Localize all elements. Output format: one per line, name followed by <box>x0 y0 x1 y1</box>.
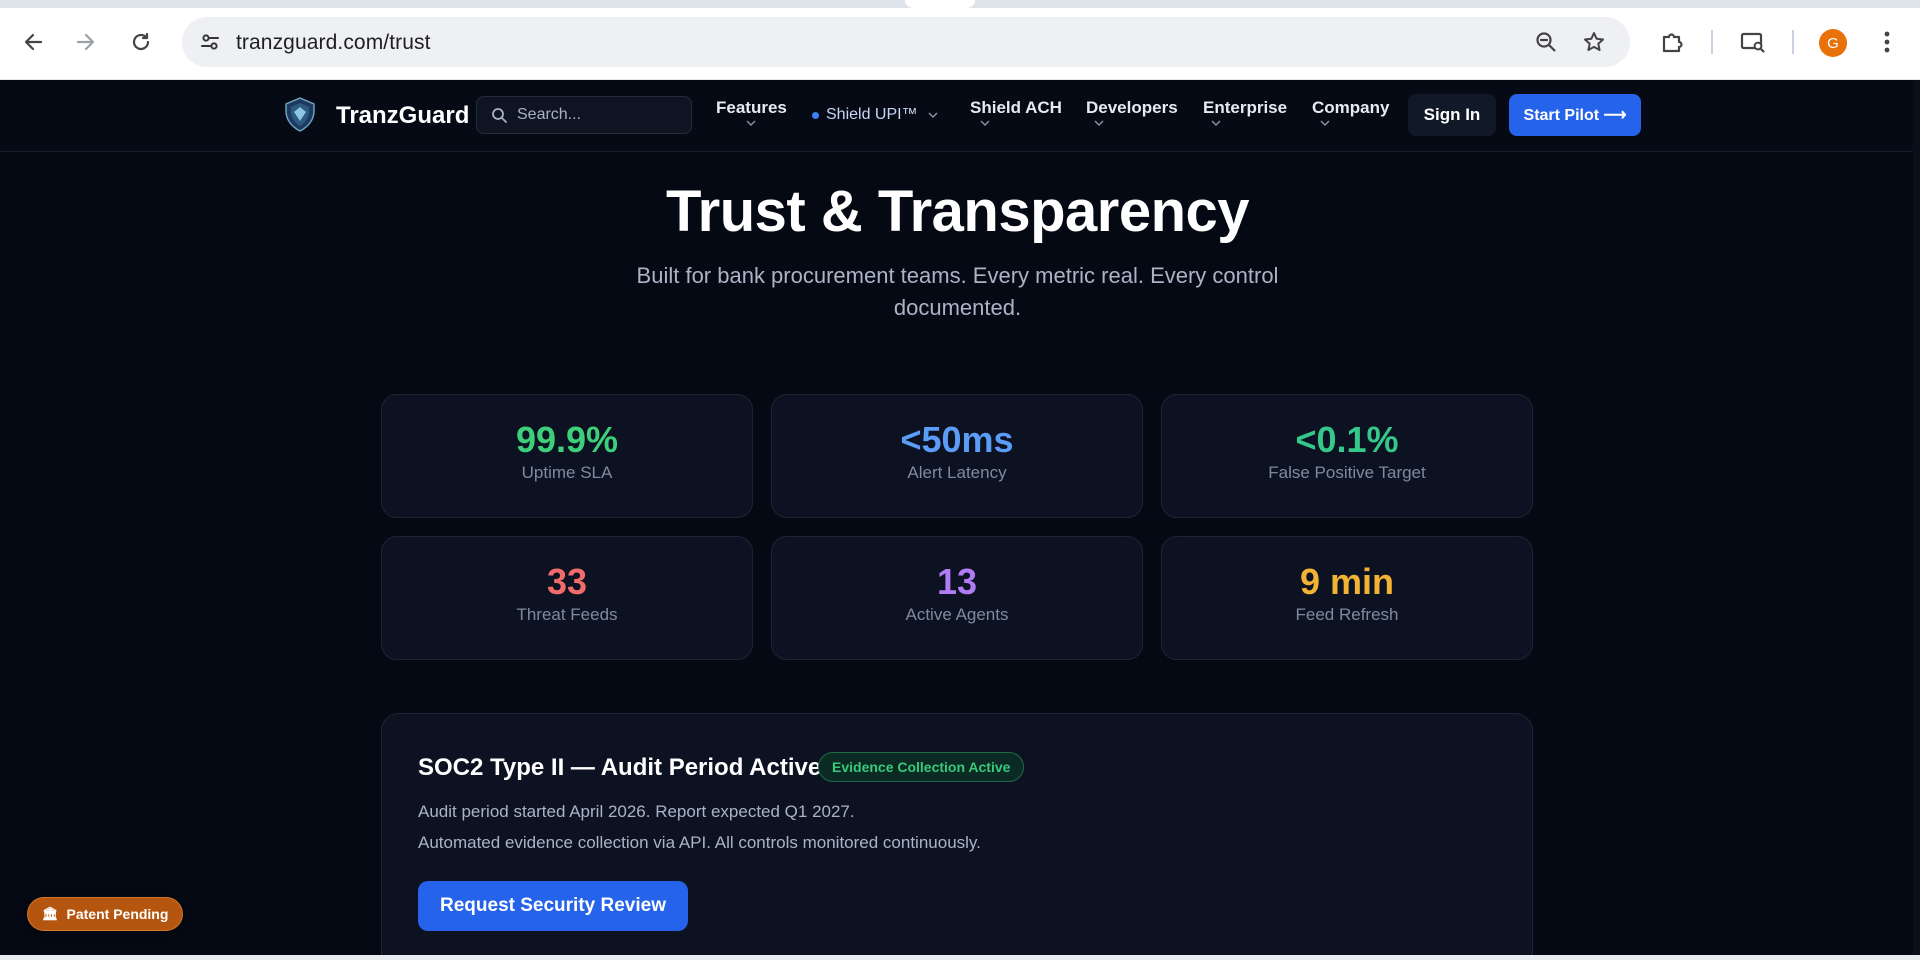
nav-features-label: Features <box>716 98 787 117</box>
metric-value: 33 <box>546 561 588 602</box>
sign-in-button[interactable]: Sign In <box>1408 94 1496 136</box>
shield-logo-icon <box>285 97 315 132</box>
browser-toolbar: tranzguard.com/trust G <box>0 0 1920 80</box>
address-bar[interactable]: tranzguard.com/trust <box>182 17 1630 67</box>
site-header: TranzGuard Features Shield UPI™ Shield A… <box>0 80 1920 152</box>
tab-strip <box>0 0 1920 8</box>
nav-company[interactable]: Company <box>1312 98 1389 127</box>
nav-company-label: Company <box>1312 98 1390 117</box>
bank-icon: 🏛 <box>42 906 59 921</box>
arrow-right-icon <box>76 33 95 51</box>
browser-menu-button[interactable] <box>1869 24 1905 60</box>
star-icon <box>1584 32 1604 51</box>
active-dot <box>812 111 819 119</box>
metric-card-uptime: 99.9% Uptime SLA <box>381 394 753 518</box>
soc2-audit-text: Audit period started April 2026. Report … <box>418 802 855 821</box>
metric-label: Alert Latency <box>907 463 1007 482</box>
metric-value: 99.9% <box>515 419 619 460</box>
search-icon <box>492 108 507 123</box>
nav-shield-ach[interactable]: Shield ACH <box>970 98 1062 127</box>
nav-developers[interactable]: Developers <box>1086 98 1178 127</box>
chevron-down-icon <box>1320 120 1330 126</box>
metric-value: <50ms <box>900 419 1014 460</box>
metric-card-latency: <50ms Alert Latency <box>771 394 1143 518</box>
metric-label: Feed Refresh <box>1295 605 1399 624</box>
metric-label: False Positive Target <box>1268 463 1426 482</box>
extensions-button[interactable] <box>1654 24 1690 60</box>
toolbar-divider <box>1792 30 1794 54</box>
kebab-menu-icon <box>1884 31 1890 53</box>
screen-search-icon <box>1740 32 1765 53</box>
page-title: Trust & Transparency <box>665 179 1250 244</box>
puzzle-icon <box>1662 33 1683 53</box>
site-info-button[interactable] <box>192 24 228 60</box>
nav-enterprise-label: Enterprise <box>1203 98 1288 117</box>
chevron-down-icon <box>928 112 938 118</box>
forward-button[interactable] <box>68 24 104 60</box>
metric-value: <0.1% <box>1295 419 1399 460</box>
nav-shield-upi[interactable]: Shield UPI™ <box>812 106 938 124</box>
metric-card-active-agents: 13 Active Agents <box>771 536 1143 660</box>
brand-name[interactable]: TranzGuard <box>336 102 469 130</box>
metric-card-false-positive: <0.1% False Positive Target <box>1161 394 1533 518</box>
back-button[interactable] <box>15 24 51 60</box>
window-bottom-edge <box>0 955 1920 960</box>
reload-button[interactable] <box>123 24 159 60</box>
soc2-evidence-text: Automated evidence collection via API. A… <box>418 833 981 852</box>
metric-label: Threat Feeds <box>516 605 618 624</box>
bookmark-button[interactable] <box>1576 24 1612 60</box>
start-pilot-button[interactable]: Start Pilot ⟶ <box>1509 94 1641 136</box>
profile-avatar[interactable]: G <box>1819 29 1847 57</box>
nav-enterprise[interactable]: Enterprise <box>1203 98 1287 127</box>
metric-value: 9 min <box>1299 561 1395 602</box>
tune-icon <box>201 34 219 50</box>
metric-value: 13 <box>936 561 978 602</box>
nav-shield-upi-label: Shield UPI™ <box>826 106 918 123</box>
patent-pending-label: Patent Pending <box>66 906 169 922</box>
metric-card-feed-refresh: 9 min Feed Refresh <box>1161 536 1533 660</box>
chevron-down-icon <box>1211 120 1221 126</box>
nav-features[interactable]: Features <box>716 98 787 127</box>
reload-icon <box>132 32 150 51</box>
patent-pending-pill[interactable]: 🏛 Patent Pending <box>27 897 184 931</box>
cast-button[interactable] <box>1735 24 1771 60</box>
nav-developers-label: Developers <box>1086 98 1178 117</box>
soc2-title: SOC2 Type II — Audit Period Active <box>418 754 822 781</box>
chevron-down-icon <box>746 120 756 126</box>
page-scrollbar[interactable] <box>1913 80 1920 960</box>
url-text[interactable]: tranzguard.com/trust <box>236 31 431 55</box>
page-subtitle: Built for bank procurement teams. Every … <box>636 263 1279 320</box>
chevron-down-icon <box>980 120 990 126</box>
status-badge: Evidence Collection Active <box>818 752 1025 782</box>
zoom-out-icon <box>1536 32 1556 52</box>
metric-label: Uptime SLA <box>521 463 613 482</box>
tranzguard-logo[interactable] <box>280 95 320 135</box>
nav-shield-ach-label: Shield ACH <box>970 98 1062 117</box>
search-input[interactable] <box>517 104 677 126</box>
metric-label: Active Agents <box>905 605 1009 624</box>
request-security-review-button[interactable]: Request Security Review <box>418 881 688 931</box>
metric-card-threat-feeds: 33 Threat Feeds <box>381 536 753 660</box>
chevron-down-icon <box>1094 120 1104 126</box>
site-search[interactable] <box>476 96 692 134</box>
zoom-button[interactable] <box>1528 24 1564 60</box>
arrow-left-icon <box>24 33 43 51</box>
toolbar-divider <box>1711 30 1713 54</box>
soc2-panel: SOC2 Type II — Audit Period Active Evide… <box>381 713 1533 960</box>
